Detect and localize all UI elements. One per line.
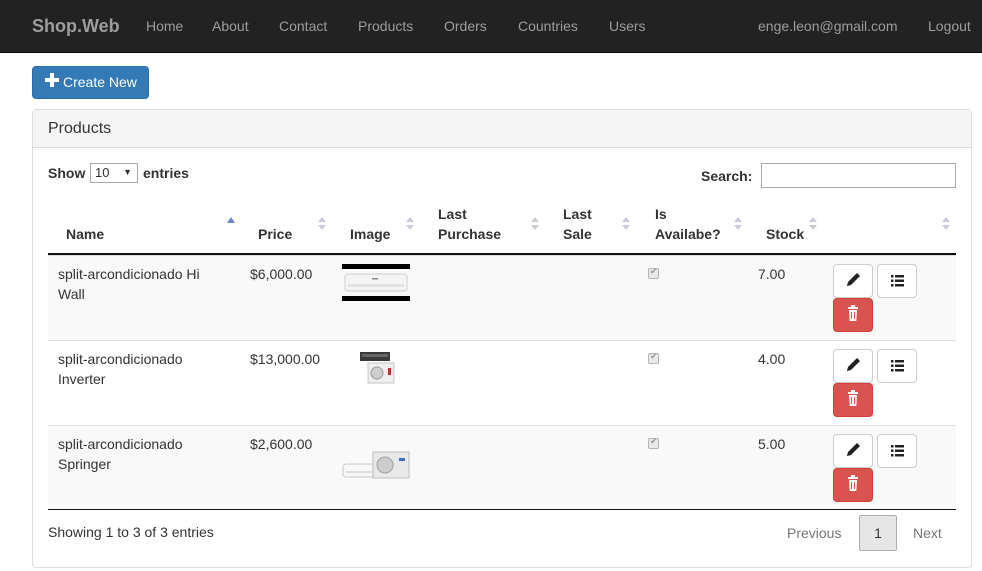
column-header-image[interactable]: Image: [350, 224, 390, 244]
table-info: Showing 1 to 3 of 3 entries: [48, 522, 214, 542]
list-icon: [878, 350, 916, 382]
available-checkbox[interactable]: [648, 268, 659, 279]
panel-title: Products: [48, 120, 111, 138]
column-header-last-purchase-line1[interactable]: Last: [438, 204, 467, 224]
search-label: Search:: [701, 168, 752, 184]
pencil-icon: [834, 265, 872, 297]
edit-button[interactable]: [833, 349, 873, 383]
column-header-available-line2[interactable]: Availabe?: [655, 224, 721, 244]
sort-icon: [406, 217, 414, 231]
entries-label: entries: [143, 165, 189, 181]
pagination-next[interactable]: Next: [913, 525, 942, 541]
create-new-label: Create New: [63, 74, 137, 90]
sort-icon: [809, 217, 817, 231]
column-header-last-sale-line1[interactable]: Last: [563, 204, 592, 224]
trash-icon: [834, 299, 872, 331]
list-icon: [878, 435, 916, 467]
delete-button[interactable]: [833, 383, 873, 417]
show-label: Show: [48, 165, 85, 181]
product-name: Wall: [58, 284, 85, 304]
product-stock: 7.00: [758, 264, 785, 284]
sort-icon: [318, 217, 326, 231]
details-button[interactable]: [877, 434, 917, 468]
brand-link[interactable]: Shop.Web: [32, 16, 120, 37]
product-image: [341, 450, 411, 484]
nav-users[interactable]: Users: [609, 18, 646, 34]
sort-icon: [622, 217, 630, 231]
chevron-down-icon: ▼: [123, 167, 132, 177]
product-stock: 5.00: [758, 434, 785, 454]
sort-icon: [734, 217, 742, 231]
sort-icon: [531, 217, 539, 231]
product-price: $6,000.00: [250, 264, 312, 284]
sort-ascending-icon: [227, 217, 235, 223]
list-icon: [878, 265, 916, 297]
navbar: Shop.Web Home About Contact Products Ord…: [0, 0, 982, 53]
column-header-price[interactable]: Price: [258, 224, 292, 244]
edit-button[interactable]: [833, 434, 873, 468]
available-checkbox[interactable]: [648, 438, 659, 449]
nav-countries[interactable]: Countries: [518, 18, 578, 34]
pencil-icon: [834, 350, 872, 382]
pagination-previous[interactable]: Previous: [787, 525, 841, 541]
panel-heading: Products: [33, 110, 971, 148]
entries-select-value: 10: [95, 165, 109, 180]
create-new-button[interactable]: Create New: [32, 66, 149, 99]
nav-products[interactable]: Products: [358, 18, 413, 34]
product-name: Inverter: [58, 369, 105, 389]
column-header-stock[interactable]: Stock: [766, 224, 804, 244]
entries-select[interactable]: 10 ▼: [90, 163, 138, 183]
column-header-last-sale-line2[interactable]: Sale: [563, 224, 592, 244]
product-image: [342, 264, 410, 301]
trash-icon: [834, 384, 872, 416]
product-name: Springer: [58, 454, 111, 474]
available-checkbox[interactable]: [648, 353, 659, 364]
plus-icon: [45, 73, 59, 87]
sort-icon: [942, 217, 950, 231]
product-name: split-arcondicionado: [58, 434, 183, 454]
product-price: $2,600.00: [250, 434, 312, 454]
logout-link[interactable]: Logout: [928, 18, 971, 34]
pencil-icon: [834, 435, 872, 467]
table-row: [48, 425, 956, 510]
pagination-page-1[interactable]: 1: [859, 515, 897, 551]
product-image: [356, 350, 396, 386]
trash-icon: [834, 469, 872, 501]
product-name: split-arcondicionado Hi: [58, 264, 200, 284]
nav-about[interactable]: About: [212, 18, 249, 34]
details-button[interactable]: [877, 349, 917, 383]
details-button[interactable]: [877, 264, 917, 298]
user-email-link[interactable]: enge.leon@gmail.com: [758, 18, 898, 34]
delete-button[interactable]: [833, 468, 873, 502]
column-header-name[interactable]: Name: [66, 224, 104, 244]
table-row: [48, 340, 956, 425]
table-footer-divider: [48, 509, 956, 510]
product-name: split-arcondicionado: [58, 349, 183, 369]
column-header-last-purchase-line2[interactable]: Purchase: [438, 224, 501, 244]
column-header-available-line1[interactable]: Is: [655, 204, 667, 224]
nav-home[interactable]: Home: [146, 18, 183, 34]
edit-button[interactable]: [833, 264, 873, 298]
search-input[interactable]: [761, 163, 956, 188]
nav-contact[interactable]: Contact: [279, 18, 327, 34]
product-price: $13,000.00: [250, 349, 320, 369]
nav-orders[interactable]: Orders: [444, 18, 487, 34]
delete-button[interactable]: [833, 298, 873, 332]
product-stock: 4.00: [758, 349, 785, 369]
